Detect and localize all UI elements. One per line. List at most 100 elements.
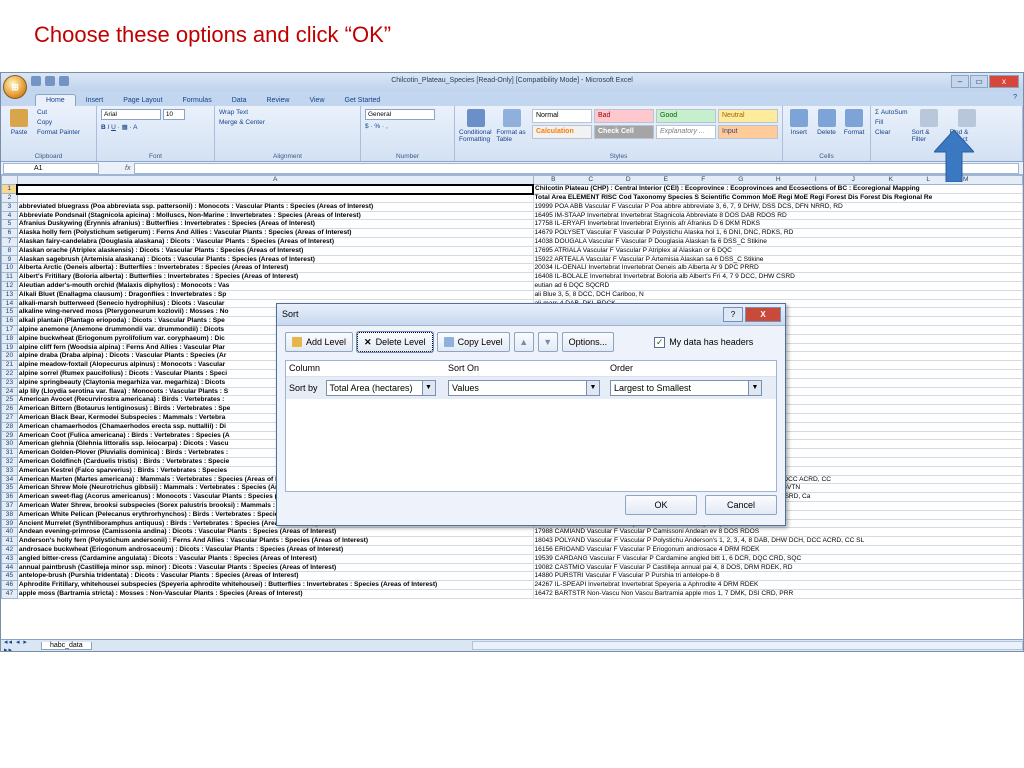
cell-col-a[interactable]: antelope-brush (Purshia tridentata) : Di… bbox=[16, 571, 534, 582]
row-number[interactable]: 42 bbox=[1, 544, 18, 555]
row-number[interactable]: 27 bbox=[1, 413, 18, 423]
font-style-buttons[interactable]: B I U · ▦ · A bbox=[101, 123, 185, 131]
row-number[interactable]: 16 bbox=[1, 316, 18, 327]
checkbox-box[interactable]: ✓ bbox=[654, 336, 666, 348]
cell-col-a[interactable]: Alaskan sagebrush (Artemisia alaskana) :… bbox=[16, 254, 534, 265]
cells-col-b-m[interactable]: 17695 ATRIALA Vascular F Vascular P Atri… bbox=[532, 245, 1023, 256]
sheet-nav-arrows[interactable]: ◂◂ ◂ ▸ ▸▸ bbox=[4, 638, 35, 652]
tab-data[interactable]: Data bbox=[222, 95, 257, 106]
row-number[interactable]: 43 bbox=[1, 553, 18, 564]
tab-formulas[interactable]: Formulas bbox=[173, 95, 222, 106]
cell-col-a[interactable] bbox=[16, 183, 535, 195]
clear-button[interactable]: Clear bbox=[875, 129, 908, 136]
column-header-i[interactable]: I bbox=[797, 177, 835, 184]
column-header-e[interactable]: E bbox=[647, 177, 685, 184]
row-number[interactable]: 35 bbox=[1, 483, 18, 494]
cells-col-b-m[interactable]: 19999 POA ABB Vascular F Vascular P Poa … bbox=[532, 201, 1023, 212]
row-number[interactable]: 17 bbox=[1, 325, 18, 335]
horizontal-scrollbar[interactable] bbox=[471, 641, 1023, 650]
copy-level-button[interactable]: Copy Level bbox=[436, 332, 510, 352]
row-number[interactable]: 7 bbox=[1, 237, 18, 247]
row-number[interactable]: 6 bbox=[1, 228, 18, 239]
row-number[interactable]: 11 bbox=[1, 272, 18, 283]
row-number[interactable]: 19 bbox=[1, 342, 18, 353]
row-number[interactable]: 36 bbox=[1, 492, 18, 502]
options-button[interactable]: Options... bbox=[561, 332, 615, 352]
row-number[interactable]: 29 bbox=[1, 430, 18, 441]
move-up-button[interactable]: ▲ bbox=[513, 332, 534, 352]
sort-column-select[interactable]: Total Area (hectares) ▼ bbox=[325, 380, 436, 396]
column-header-a[interactable]: A bbox=[16, 174, 534, 186]
insert-button[interactable]: Insert bbox=[787, 109, 811, 136]
cell-col-a[interactable]: Abbreviate Pondsnail (Stagnicola apicina… bbox=[16, 210, 534, 221]
cells-col-b-m[interactable]: 19082 CASTMIO Vascular F Vascular P Cast… bbox=[532, 562, 1023, 573]
style-input[interactable]: Input bbox=[718, 125, 778, 139]
cells-col-b-m[interactable]: 14880 PURSTRI Vascular F Vascular P Purs… bbox=[532, 571, 1023, 582]
font-size-select[interactable]: 10 bbox=[162, 109, 185, 120]
row-number[interactable]: 21 bbox=[1, 360, 18, 371]
dialog-help-button[interactable]: ? bbox=[723, 307, 743, 322]
cell-col-a[interactable]: Alkali Bluet (Enallagma clausum) : Drago… bbox=[16, 289, 534, 300]
row-number[interactable]: 5 bbox=[1, 219, 18, 230]
sheet-tab[interactable]: habc_data bbox=[40, 641, 92, 650]
cell-col-a[interactable] bbox=[16, 193, 534, 203]
row-number[interactable]: 3 bbox=[1, 201, 18, 212]
tab-home[interactable]: Home bbox=[35, 94, 76, 106]
row-number[interactable]: 31 bbox=[1, 448, 18, 458]
cells-col-b-m[interactable]: 24267 IL-SPEAPI Invertebrat Invertebrat … bbox=[532, 580, 1023, 590]
row-number[interactable]: 39 bbox=[1, 518, 18, 529]
style-bad[interactable]: Bad bbox=[594, 109, 654, 123]
cell-col-a[interactable]: angled bitter-cress (Cardamine angulata)… bbox=[16, 553, 534, 564]
cell-col-a[interactable]: Aleutian adder's-mouth orchid (Malaxis d… bbox=[16, 281, 534, 291]
row-number[interactable]: 12 bbox=[1, 281, 18, 291]
cells-col-b-m[interactable]: eutian ad 6 DQC SQCRD bbox=[532, 281, 1023, 291]
column-header-h[interactable]: H bbox=[760, 177, 798, 184]
cells-col-b-m[interactable]: 18043 POLYAND Vascular F Vascular P Poly… bbox=[532, 536, 1023, 546]
row-number[interactable]: 20 bbox=[1, 351, 18, 362]
office-button[interactable]: ⊞ bbox=[3, 75, 27, 99]
tab-view[interactable]: View bbox=[299, 95, 334, 106]
delete-button[interactable]: Delete bbox=[815, 109, 839, 136]
cells-col-b-m[interactable]: 19539 CARDANG Vascular F Vascular P Card… bbox=[532, 553, 1023, 564]
cell-col-a[interactable]: Andean evening-primrose (Camissonia andi… bbox=[16, 527, 534, 538]
row-number[interactable]: 25 bbox=[1, 395, 18, 406]
cells-col-b-m[interactable]: 14038 DOUGALA Vascular F Vascular P Doug… bbox=[532, 237, 1023, 247]
row-number[interactable]: 9 bbox=[1, 254, 18, 265]
format-as-table-button[interactable]: Format as Table bbox=[496, 109, 528, 143]
add-level-button[interactable]: Add Level bbox=[285, 332, 354, 352]
row-number[interactable]: 18 bbox=[1, 333, 18, 344]
row-number[interactable]: 38 bbox=[1, 509, 18, 520]
cell-col-a[interactable]: Alaskan orache (Atriplex alaskensis) : D… bbox=[16, 245, 534, 256]
row-number[interactable]: 24 bbox=[1, 386, 18, 397]
cells-col-b-m[interactable]: 16472 BARTSTR Non-Vascu Non Vascu Bartra… bbox=[532, 588, 1023, 599]
cells-col-b-m[interactable]: Total Area ELEMENT RISC Cod Taxonomy Spe… bbox=[532, 193, 1023, 203]
row-number[interactable]: 46 bbox=[1, 580, 18, 590]
tab-review[interactable]: Review bbox=[257, 95, 300, 106]
paste-button[interactable]: Paste bbox=[5, 109, 33, 136]
row-number[interactable]: 1 bbox=[1, 184, 18, 195]
row-number[interactable]: 2 bbox=[1, 193, 18, 203]
close-button[interactable]: x bbox=[989, 75, 1019, 88]
row-number[interactable]: 4 bbox=[1, 210, 18, 221]
cell-col-a[interactable]: Alberta Arctic (Oeneis alberta) : Butter… bbox=[16, 263, 534, 274]
wrap-text-button[interactable]: Wrap Text bbox=[219, 109, 265, 116]
cell-col-a[interactable]: annual paintbrush (Castilleja minor ssp.… bbox=[16, 562, 534, 573]
style-explanatory[interactable]: Explanatory ... bbox=[656, 125, 716, 139]
column-header-k[interactable]: K bbox=[872, 177, 910, 184]
column-header-b[interactable]: B bbox=[535, 177, 573, 184]
move-down-button[interactable]: ▼ bbox=[537, 332, 558, 352]
tab-get-started[interactable]: Get Started bbox=[335, 95, 391, 106]
row-number[interactable]: 41 bbox=[1, 536, 18, 546]
row-number[interactable]: 32 bbox=[1, 457, 18, 467]
row-number[interactable]: 33 bbox=[1, 465, 18, 476]
style-good[interactable]: Good bbox=[656, 109, 716, 123]
formula-input[interactable] bbox=[134, 162, 1019, 174]
sort-on-select[interactable]: Values ▼ bbox=[448, 380, 600, 396]
number-format-select[interactable]: General bbox=[365, 109, 435, 120]
style-neutral[interactable]: Neutral bbox=[718, 109, 778, 123]
number-format-buttons[interactable]: $ · % · , bbox=[365, 123, 435, 130]
format-painter-button[interactable]: Format Painter bbox=[37, 129, 80, 136]
tab-insert[interactable]: Insert bbox=[76, 95, 114, 106]
order-select[interactable]: Largest to Smallest ▼ bbox=[610, 380, 762, 396]
column-header-c[interactable]: C bbox=[572, 177, 610, 184]
